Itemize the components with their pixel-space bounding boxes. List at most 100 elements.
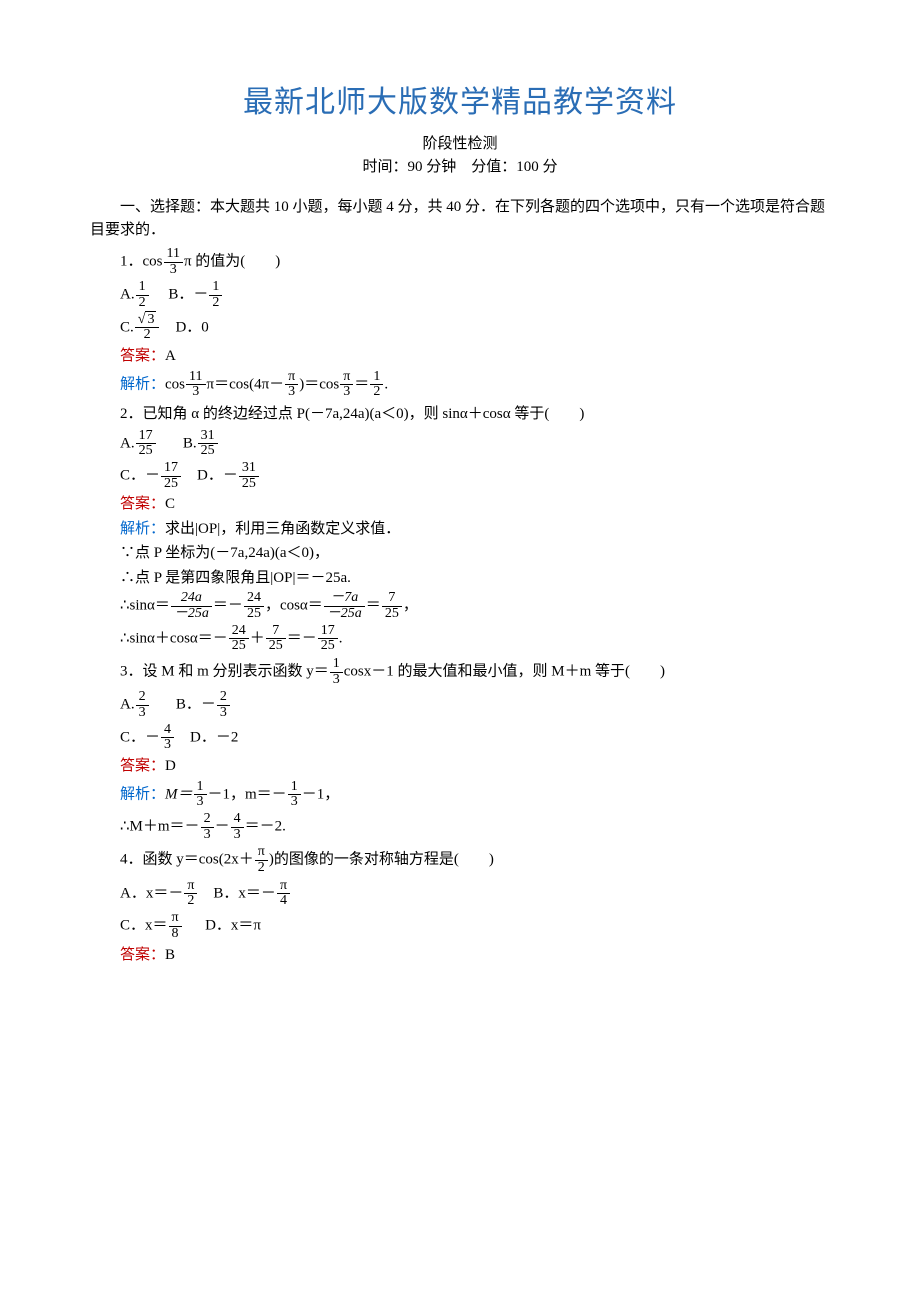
frac: 725 bbox=[266, 624, 286, 654]
frac-num: 24 bbox=[229, 624, 249, 640]
exp-text: ＝－ bbox=[287, 630, 317, 646]
answer-value: B bbox=[165, 947, 175, 963]
frac-den: 3 bbox=[330, 673, 343, 688]
q3-exp1: 解析：M＝13－1，m＝－13－1， bbox=[120, 780, 830, 810]
frac: 1725 bbox=[136, 429, 156, 459]
frac: 43 bbox=[161, 723, 174, 753]
frac-num: √3 bbox=[135, 313, 160, 329]
q1-stem-a: 1．cos bbox=[120, 254, 163, 270]
q4-opts-row1: A．x＝－π2 B．x＝－π4 bbox=[120, 879, 830, 909]
q2-optD-label: D．－ bbox=[197, 468, 238, 484]
frac-num: 1 bbox=[288, 780, 301, 796]
page-title: 最新北师大版数学精品教学资料 bbox=[90, 80, 830, 125]
frac: 1725 bbox=[318, 624, 338, 654]
frac: 2425 bbox=[244, 591, 264, 621]
q3-opts-row2: C．－43 D．－2 bbox=[120, 723, 830, 753]
q2-stem-text: 2．已知角 α 的终边经过点 P(－7a,24a)(a＜0)，则 sinα＋co… bbox=[120, 406, 584, 422]
exp-text: ，cosα＝ bbox=[265, 598, 323, 614]
frac: 725 bbox=[382, 591, 402, 621]
frac-den: 3 bbox=[288, 795, 301, 810]
exp-text: ∴M＋m＝－ bbox=[120, 819, 200, 835]
exp-text: . bbox=[384, 376, 388, 392]
frac-den: 2 bbox=[184, 894, 197, 909]
exp-text: ＝ bbox=[366, 598, 381, 614]
frac: π2 bbox=[184, 879, 197, 909]
frac-den: 8 bbox=[169, 927, 182, 942]
answer-label: 答案： bbox=[120, 947, 165, 963]
q1-explanation: 解析：cos113π＝cos(4π－π3)＝cosπ3＝12. bbox=[120, 370, 830, 400]
q3-exp2: ∴M＋m＝－23－43＝－2. bbox=[120, 812, 830, 842]
frac-den: 3 bbox=[231, 828, 244, 843]
frac-num: 31 bbox=[239, 461, 259, 477]
explain-label: 解析： bbox=[120, 376, 165, 392]
exp-text: ＝－2. bbox=[245, 819, 286, 835]
frac-num: π bbox=[169, 911, 182, 927]
frac-den: 4 bbox=[277, 894, 290, 909]
q1-answer: 答案：A bbox=[120, 345, 830, 368]
frac-den: 3 bbox=[340, 385, 353, 400]
frac-num: 17 bbox=[318, 624, 338, 640]
frac-den: －25a bbox=[324, 607, 365, 622]
exp-text: ＝－ bbox=[213, 598, 243, 614]
frac-den: 2 bbox=[255, 861, 268, 876]
frac-den: 3 bbox=[136, 706, 149, 721]
frac: 23 bbox=[201, 812, 214, 842]
answer-label: 答案： bbox=[120, 758, 165, 774]
q1-optC-frac: √32 bbox=[135, 313, 160, 343]
q2-exp3: ∴点 P 是第四象限角且|OP|＝－25a. bbox=[120, 567, 830, 590]
sqrt-radicand: 3 bbox=[145, 311, 156, 327]
q3-optD: D．－2 bbox=[190, 729, 238, 745]
q3-optB-label: B．－ bbox=[176, 697, 216, 713]
frac-num: 4 bbox=[231, 812, 244, 828]
frac: 13 bbox=[330, 657, 343, 687]
exp-text: ， bbox=[403, 598, 418, 614]
q2-answer: 答案：C bbox=[120, 493, 830, 516]
q1-frac-den: 3 bbox=[164, 263, 183, 278]
frac: 23 bbox=[136, 690, 149, 720]
frac-num: 2 bbox=[217, 690, 230, 706]
frac-den: 25 bbox=[382, 607, 402, 622]
q1-optA-frac: 12 bbox=[136, 280, 149, 310]
frac-den: 3 bbox=[217, 706, 230, 721]
q4-optA-label: A．x＝－ bbox=[120, 885, 183, 901]
frac-den: 2 bbox=[370, 385, 383, 400]
frac-num: π bbox=[255, 845, 268, 861]
frac: 113 bbox=[186, 370, 205, 400]
frac-num: π bbox=[285, 370, 298, 386]
exp-text: －1，m＝－ bbox=[208, 786, 287, 802]
q2-exp5: ∴sinα＋cosα＝－2425＋725＝－1725. bbox=[120, 624, 830, 654]
frac: 43 bbox=[231, 812, 244, 842]
q2-stem: 2．已知角 α 的终边经过点 P(－7a,24a)(a＜0)，则 sinα＋co… bbox=[120, 403, 830, 426]
exp-text: ＋ bbox=[250, 630, 265, 646]
exp-text: ＝ bbox=[354, 376, 369, 392]
q4-opts-row2: C．x＝π8 D．x＝π bbox=[120, 911, 830, 941]
frac-den: 3 bbox=[161, 738, 174, 753]
frac: 12 bbox=[370, 370, 383, 400]
frac: 13 bbox=[288, 780, 301, 810]
q1-frac: 113 bbox=[164, 247, 183, 277]
frac-den: －25a bbox=[171, 607, 212, 622]
frac-num: 1 bbox=[136, 280, 149, 296]
frac-num: 24a bbox=[171, 591, 212, 607]
frac-num: 17 bbox=[161, 461, 181, 477]
frac-num: 1 bbox=[209, 280, 222, 296]
frac-den: 3 bbox=[186, 385, 205, 400]
q4-optD: D．x＝π bbox=[205, 918, 261, 934]
exp-text: －1， bbox=[302, 786, 340, 802]
q1-stem: 1．cos113π 的值为( ) bbox=[120, 247, 830, 277]
q2-exp2: ∵点 P 坐标为(－7a,24a)(a＜0)， bbox=[120, 542, 830, 565]
frac-num: 2 bbox=[136, 690, 149, 706]
q2-opts-row1: A.1725 B.3125 bbox=[120, 429, 830, 459]
q1-optC-label: C. bbox=[120, 319, 134, 335]
exp-text: ∴sinα＝ bbox=[120, 598, 170, 614]
q1-frac-num: 11 bbox=[164, 247, 183, 263]
q1-optD: D．0 bbox=[175, 319, 208, 335]
answer-value: D bbox=[165, 758, 176, 774]
frac-den: 3 bbox=[285, 385, 298, 400]
frac-den: 3 bbox=[194, 795, 207, 810]
frac-num: 11 bbox=[186, 370, 205, 386]
frac: π3 bbox=[285, 370, 298, 400]
q1-optB-frac: 12 bbox=[209, 280, 222, 310]
q4-stem-a: 4．函数 y＝cos(2x＋ bbox=[120, 852, 254, 868]
frac-num: π bbox=[184, 879, 197, 895]
